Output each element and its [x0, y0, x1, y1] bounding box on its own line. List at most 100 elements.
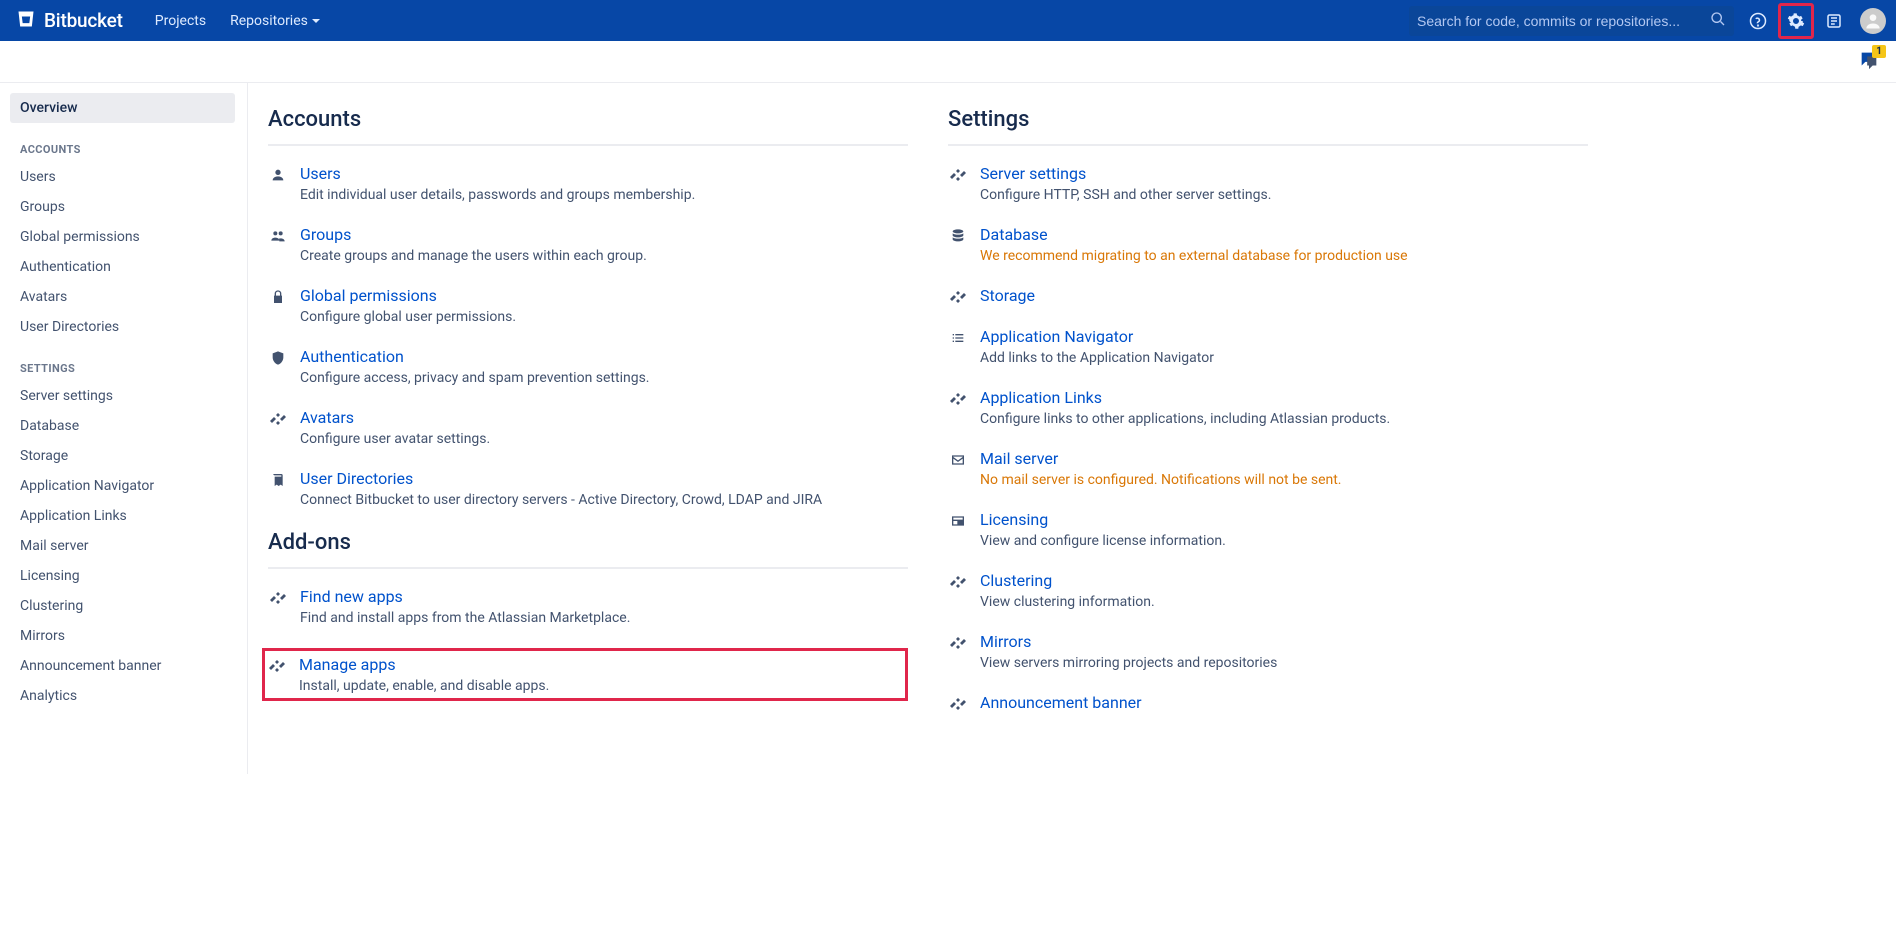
admin-entry: Database We recommend migrating to an ext… — [948, 225, 1588, 264]
sidebar-item[interactable]: Server settings — [10, 381, 235, 411]
entry-desc: We recommend migrating to an external da… — [980, 248, 1588, 264]
search-box[interactable] — [1409, 6, 1734, 36]
entry-desc: Configure user avatar settings. — [300, 431, 908, 447]
sidebar-item[interactable]: Storage — [10, 441, 235, 471]
entry-desc: Configure access, privacy and spam preve… — [300, 370, 908, 386]
group-icon — [268, 225, 288, 264]
entry-link[interactable]: Storage — [980, 286, 1588, 305]
admin-entry: Users Edit individual user details, passw… — [268, 164, 908, 203]
entry-link[interactable]: Find new apps — [300, 587, 908, 606]
sidebar-header: ACCOUNTS — [10, 123, 235, 162]
entry-desc: No mail server is configured. Notificati… — [980, 472, 1588, 488]
book-icon — [268, 469, 288, 508]
admin-entry: Licensing View and configure license info… — [948, 510, 1588, 549]
sidebar-item[interactable]: Users — [10, 162, 235, 192]
shield-icon — [268, 347, 288, 386]
tools-icon — [268, 408, 288, 447]
sidebar-item[interactable]: Groups — [10, 192, 235, 222]
entry-link[interactable]: Clustering — [980, 571, 1588, 590]
sidebar: OverviewACCOUNTSUsersGroupsGlobal permis… — [0, 83, 248, 774]
section-title: Accounts — [268, 107, 908, 146]
tools-icon — [948, 286, 968, 305]
bitbucket-logo-icon — [16, 9, 36, 33]
entry-link[interactable]: User Directories — [300, 469, 908, 488]
entry-link[interactable]: Users — [300, 164, 908, 183]
search-icon[interactable] — [1710, 11, 1726, 31]
sidebar-item[interactable]: Global permissions — [10, 222, 235, 252]
top-nav: Projects Repositories — [143, 3, 332, 39]
sidebar-overview[interactable]: Overview — [10, 93, 235, 123]
search-input[interactable] — [1417, 13, 1710, 29]
entry-desc: View and configure license information. — [980, 533, 1588, 549]
entry-link[interactable]: Groups — [300, 225, 908, 244]
section-title: Settings — [948, 107, 1588, 146]
sidebar-item[interactable]: Mail server — [10, 531, 235, 561]
entry-desc: Configure HTTP, SSH and other server set… — [980, 187, 1588, 203]
top-bar: Bitbucket Projects Repositories — [0, 0, 1896, 41]
sidebar-item[interactable]: Announcement banner — [10, 651, 235, 681]
tools-icon — [948, 164, 968, 203]
entry-desc: Configure global user permissions. — [300, 309, 908, 325]
entry-desc: Find and install apps from the Atlassian… — [300, 610, 908, 626]
sidebar-item[interactable]: Application Links — [10, 501, 235, 531]
lock-icon — [268, 286, 288, 325]
admin-entry: Manage apps Install, update, enable, and … — [262, 648, 908, 701]
tools-icon — [267, 655, 287, 694]
tools-icon — [948, 388, 968, 427]
user-avatar[interactable] — [1860, 8, 1886, 34]
entry-link[interactable]: Mail server — [980, 449, 1588, 468]
entry-link[interactable]: Server settings — [980, 164, 1588, 183]
sidebar-item[interactable]: Analytics — [10, 681, 235, 711]
sidebar-item[interactable]: Application Navigator — [10, 471, 235, 501]
product-name: Bitbucket — [44, 9, 123, 32]
entry-link[interactable]: Manage apps — [299, 655, 899, 674]
tools-icon — [948, 571, 968, 610]
user-icon — [268, 164, 288, 203]
admin-entry: Mirrors View servers mirroring projects a… — [948, 632, 1588, 671]
help-icon[interactable] — [1740, 3, 1776, 39]
admin-entry: Application Links Configure links to othe… — [948, 388, 1588, 427]
logo[interactable]: Bitbucket — [10, 9, 129, 33]
card-icon — [948, 510, 968, 549]
sidebar-item[interactable]: User Directories — [10, 312, 235, 342]
entry-link[interactable]: Avatars — [300, 408, 908, 427]
sidebar-item[interactable]: Database — [10, 411, 235, 441]
sidebar-item[interactable]: Clustering — [10, 591, 235, 621]
admin-entry: Application NavigatorAdd links to the Ap… — [948, 327, 1588, 366]
admin-entry: Global permissions Configure global user … — [268, 286, 908, 325]
admin-entry: Storage — [948, 286, 1588, 305]
entry-link[interactable]: Global permissions — [300, 286, 908, 305]
admin-entry: Authentication Configure access, privacy … — [268, 347, 908, 386]
entry-desc: View clustering information. — [980, 594, 1588, 610]
tools-icon — [948, 632, 968, 671]
chevron-down-icon — [312, 19, 320, 23]
sidebar-item[interactable]: Licensing — [10, 561, 235, 591]
entry-desc: Install, update, enable, and disable app… — [299, 678, 899, 694]
entry-desc: Edit individual user details, passwords … — [300, 187, 908, 203]
entry-desc: Create groups and manage the users withi… — [300, 248, 908, 264]
entry-link[interactable]: Application Links — [980, 388, 1588, 407]
admin-entry: Avatars Configure user avatar settings. — [268, 408, 908, 447]
nav-projects[interactable]: Projects — [143, 3, 218, 39]
sidebar-item[interactable]: Avatars — [10, 282, 235, 312]
entry-link[interactable]: Authentication — [300, 347, 908, 366]
db-icon — [948, 225, 968, 264]
list-icon — [948, 327, 968, 366]
sidebar-item[interactable]: Mirrors — [10, 621, 235, 651]
feedback-icon[interactable]: 1 — [1858, 49, 1880, 75]
entry-link[interactable]: Application Navigator — [980, 327, 1588, 346]
admin-entry: Announcement banner — [948, 693, 1588, 712]
sidebar-item[interactable]: Authentication — [10, 252, 235, 282]
settings-gear-icon[interactable] — [1778, 3, 1814, 39]
entry-link[interactable]: Mirrors — [980, 632, 1588, 651]
notification-icon[interactable] — [1816, 3, 1852, 39]
entry-link[interactable]: Database — [980, 225, 1588, 244]
entry-desc: View servers mirroring projects and repo… — [980, 655, 1588, 671]
admin-entry: Server settings Configure HTTP, SSH and o… — [948, 164, 1588, 203]
entry-link[interactable]: Licensing — [980, 510, 1588, 529]
admin-entry: Mail server No mail server is configured.… — [948, 449, 1588, 488]
nav-repositories[interactable]: Repositories — [218, 3, 332, 39]
entry-desc: Configure links to other applications, i… — [980, 411, 1588, 427]
tools-icon — [948, 693, 968, 712]
entry-link[interactable]: Announcement banner — [980, 693, 1588, 712]
